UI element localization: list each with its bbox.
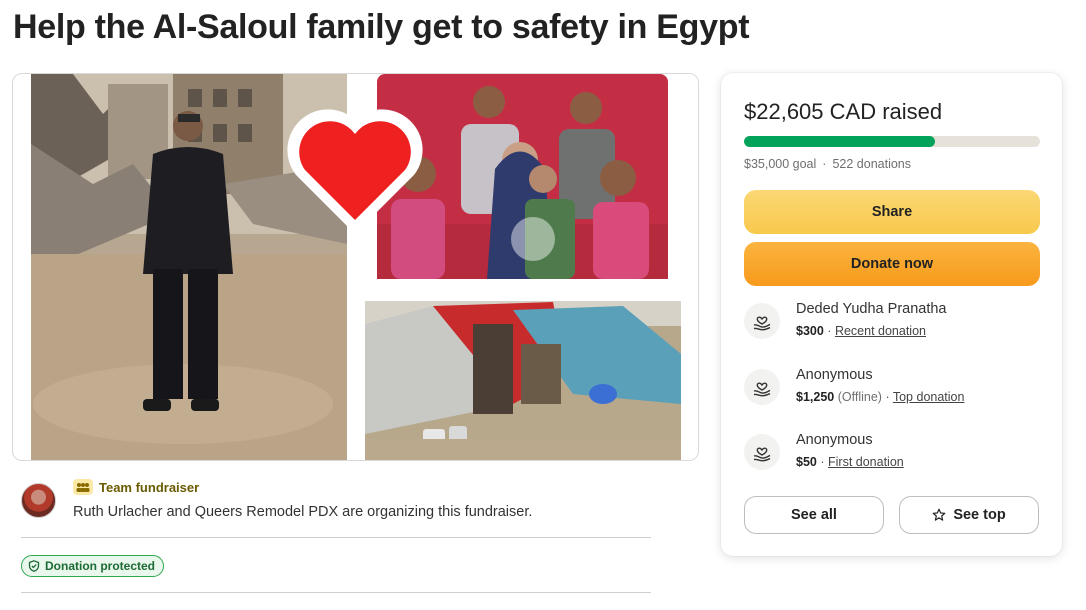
donor-offline-note: (Offline)	[837, 390, 882, 404]
organizer-avatar[interactable]	[21, 483, 56, 518]
hero-image-collage[interactable]	[12, 73, 699, 461]
goal-text: $35,000 goal	[744, 157, 817, 171]
heart-hand-icon	[744, 303, 780, 339]
see-all-button[interactable]: See all	[744, 496, 884, 534]
donor-details: $1,250 (Offline) · Top donation	[796, 390, 964, 404]
heart-hand-icon	[744, 434, 780, 470]
donor-item: Deded Yudha Pranatha $300 · Recent donat…	[744, 301, 1044, 351]
donation-protected-label: Donation protected	[45, 559, 155, 573]
progress-fill	[744, 136, 936, 147]
donor-details: $300 · Recent donation	[796, 324, 926, 338]
donation-count: 522 donations	[832, 157, 912, 171]
donor-details: $50 · First donation	[796, 455, 904, 469]
donor-separator: ·	[820, 455, 825, 469]
donor-tag-link[interactable]: Recent donation	[835, 324, 926, 338]
amount-raised: $22,605 CAD raised	[744, 99, 943, 124]
goal-row: $35,000 goal · 522 donations	[744, 157, 911, 171]
see-top-label: See top	[953, 507, 1006, 523]
donor-amount: $1,250	[796, 390, 835, 404]
goal-separator: ·	[822, 157, 827, 171]
donor-item: Anonymous $50 · First donation	[744, 432, 1044, 482]
donor-name: Anonymous	[796, 367, 873, 383]
see-all-label: See all	[791, 507, 837, 523]
see-top-button[interactable]: See top	[899, 496, 1039, 534]
donor-amount: $300	[796, 324, 824, 338]
organizer-text: Ruth Urlacher and Queers Remodel PDX are…	[73, 504, 533, 520]
donor-tag-link[interactable]: Top donation	[893, 390, 965, 404]
donor-tag-link[interactable]: First donation	[828, 455, 904, 469]
team-fundraiser-badge: Team fundraiser	[73, 479, 199, 495]
donor-separator: ·	[827, 324, 832, 338]
donor-name: Anonymous	[796, 432, 873, 448]
donor-name: Deded Yudha Pranatha	[796, 301, 947, 317]
progress-bar	[744, 136, 1040, 147]
donor-separator: ·	[885, 390, 890, 404]
heart-hand-icon	[744, 369, 780, 405]
donor-item: Anonymous $1,250 (Offline) · Top donatio…	[744, 367, 1044, 417]
donor-amount: $50	[796, 455, 817, 469]
collage-graphic	[31, 74, 698, 460]
share-button[interactable]: Share	[744, 190, 1040, 234]
protection-row: Donation protected	[21, 549, 651, 593]
donation-card: $22,605 CAD raised $35,000 goal · 522 do…	[721, 73, 1062, 556]
donation-protected-badge[interactable]: Donation protected	[21, 555, 164, 577]
photo-tent-camp	[365, 301, 681, 460]
shield-icon	[28, 560, 40, 572]
organizer-section: Team fundraiser Ruth Urlacher and Queers…	[21, 478, 651, 538]
donate-now-button[interactable]: Donate now	[744, 242, 1040, 286]
star-icon	[932, 508, 946, 521]
page-title: Help the Al-Saloul family get to safety …	[13, 8, 750, 46]
team-icon	[73, 479, 93, 495]
team-fundraiser-label: Team fundraiser	[99, 479, 200, 495]
photo-family	[377, 74, 668, 279]
